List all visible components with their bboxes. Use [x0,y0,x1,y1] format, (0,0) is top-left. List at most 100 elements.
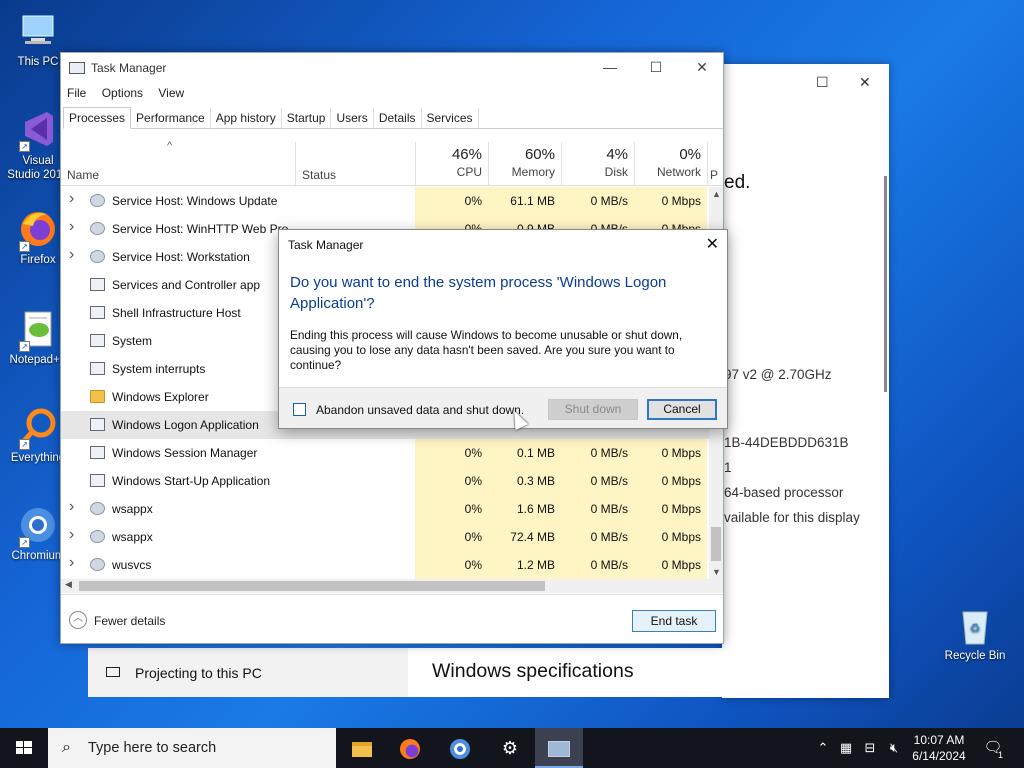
menu-options[interactable]: Options [102,86,143,100]
clock[interactable]: 10:07 AM 6/14/2024 [906,732,972,764]
chevron-right-icon[interactable]: › [69,190,74,208]
checkbox-label[interactable]: Abandon unsaved data and shut down. [316,403,524,417]
horizontal-scrollbar[interactable]: ◀ [61,579,723,593]
column-disk[interactable]: 4% Disk [561,142,634,186]
process-row[interactable]: › Service Host: Windows Update 0% 61.1 MB 0 … [61,187,711,215]
chevron-right-icon[interactable]: › [69,526,74,544]
column-header: ^ Name Status 46% CPU 60% Memory 4% Disk 0%… [61,140,723,186]
scroll-up-icon[interactable]: ▲ [712,189,721,199]
chevron-right-icon[interactable]: › [69,218,74,236]
gear-icon [90,194,105,207]
process-cpu: 0% [415,523,488,551]
column-power[interactable]: P [707,142,723,186]
process-cpu: 0% [415,467,488,495]
projector-icon [106,667,120,677]
taskbar-chromium[interactable] [436,728,484,768]
taskbar-search-box[interactable]: ⌕ Type here to search [48,728,336,768]
process-net: 0 Mbps [634,523,707,551]
desktop-icon-recycle-bin[interactable]: ♻ Recycle Bin [943,604,1007,662]
scrollbar-thumb[interactable] [711,527,721,561]
process-name: Shell Infrastructure Host [112,306,241,320]
tab-bar: Processes Performance App history Startup Us… [63,107,723,130]
scrollbar[interactable] [884,176,887,392]
column-name[interactable]: Name [67,168,99,182]
tab-performance[interactable]: Performance [131,108,211,130]
chromium-icon: ↗ [17,504,59,548]
dialog-title: Task Manager [288,238,364,252]
process-row[interactable]: › wsappx 0% 72.4 MB 0 MB/s 0 Mbps [61,523,711,551]
taskbar-task-manager[interactable] [535,728,583,768]
chevron-right-icon[interactable]: › [69,554,74,572]
fewer-details-link[interactable]: Fewer details [94,614,165,628]
process-name: Service Host: Workstation [112,250,250,264]
taskbar-firefox[interactable] [386,728,434,768]
menu-bar: File Options View [67,86,196,100]
power-label: P [710,168,719,182]
process-name: wsappx [112,502,153,516]
tab-details[interactable]: Details [374,108,422,130]
start-button[interactable] [0,728,48,768]
gear-icon [90,558,105,571]
column-status-label: Status [302,168,337,182]
taskbar-settings[interactable]: ⚙ [486,728,534,768]
process-name: wsappx [112,530,153,544]
maximize-icon[interactable]: ☐ [816,74,829,91]
sidebar-item-projecting[interactable]: Projecting to this PC [88,648,408,697]
close-icon[interactable]: ✕ [687,59,717,76]
shut-down-button[interactable]: Shut down [548,399,638,420]
search-placeholder: Type here to search [88,740,217,756]
process-cpu: 0% [415,439,488,467]
column-memory[interactable]: 60% Memory [488,142,561,186]
desktop-icon-label: Recycle Bin [944,650,1006,662]
process-name: Windows Logon Application [112,418,259,432]
process-net: 0 Mbps [634,439,707,467]
volume-muted-icon[interactable]: 🔇︎ [884,728,904,768]
process-name: Service Host: WinHTTP Web Pro... [112,222,299,236]
scroll-down-icon[interactable]: ▼ [712,567,721,577]
process-disk: 0 MB/s [561,495,634,523]
clock-time: 10:07 AM [913,733,965,747]
close-icon[interactable]: ✕ [706,234,719,254]
chevron-up-icon[interactable]: ︿ [69,611,87,629]
tab-app-history[interactable]: App history [211,108,282,130]
chevron-right-icon[interactable]: › [69,246,74,264]
tab-users[interactable]: Users [331,108,374,130]
tab-services[interactable]: Services [422,108,479,130]
process-name: Windows Explorer [112,390,209,404]
tab-startup[interactable]: Startup [282,108,332,130]
maximize-icon[interactable]: ☐ [641,59,671,76]
device-id-fragment: 1B-44DEBDDD631B [724,435,849,450]
clock-date: 6/14/2024 [912,749,966,763]
process-row[interactable]: › wusvcs 0% 1.2 MB 0 MB/s 0 Mbps [61,551,711,579]
cancel-button[interactable]: Cancel [647,399,717,420]
chevron-right-icon[interactable]: › [69,498,74,516]
computer-icon [17,10,59,52]
network-icon[interactable]: ▦ [836,728,856,768]
minimize-icon[interactable]: — [595,59,625,75]
scroll-left-icon[interactable]: ◀ [65,579,72,590]
gear-icon [90,502,105,515]
column-network[interactable]: 0% Network [634,142,707,186]
product-id-fragment: 1 [724,460,732,475]
taskbar-file-explorer[interactable] [338,728,386,768]
menu-view[interactable]: View [158,86,184,100]
close-icon[interactable]: ✕ [859,74,871,91]
system-type-fragment: 64-based processor [724,485,844,500]
menu-file[interactable]: File [67,86,86,100]
column-status[interactable]: Status [295,142,415,186]
abandon-checkbox[interactable] [293,403,306,416]
scrollbar-thumb[interactable] [79,581,545,591]
ethernet-icon[interactable]: ⊟ [860,728,880,768]
notification-icon[interactable]: 🗨︎ [980,728,1006,768]
chevron-up-icon[interactable]: ⌃ [812,728,834,768]
tab-processes[interactable]: Processes [63,107,132,129]
process-mem: 1.2 MB [488,551,561,579]
process-row[interactable]: › wsappx 0% 1.6 MB 0 MB/s 0 Mbps [61,495,711,523]
process-name: Service Host: Windows Update [112,194,278,208]
firefox-icon [400,739,420,760]
process-row[interactable]: Windows Start-Up Application 0% 0.3 MB 0 MB… [61,467,711,495]
everything-search-icon: ↗ [17,406,59,450]
end-task-button[interactable]: End task [632,610,716,632]
column-cpu[interactable]: 46% CPU [415,142,488,186]
process-row[interactable]: Windows Session Manager 0% 0.1 MB 0 MB/s 0 M… [61,439,711,467]
